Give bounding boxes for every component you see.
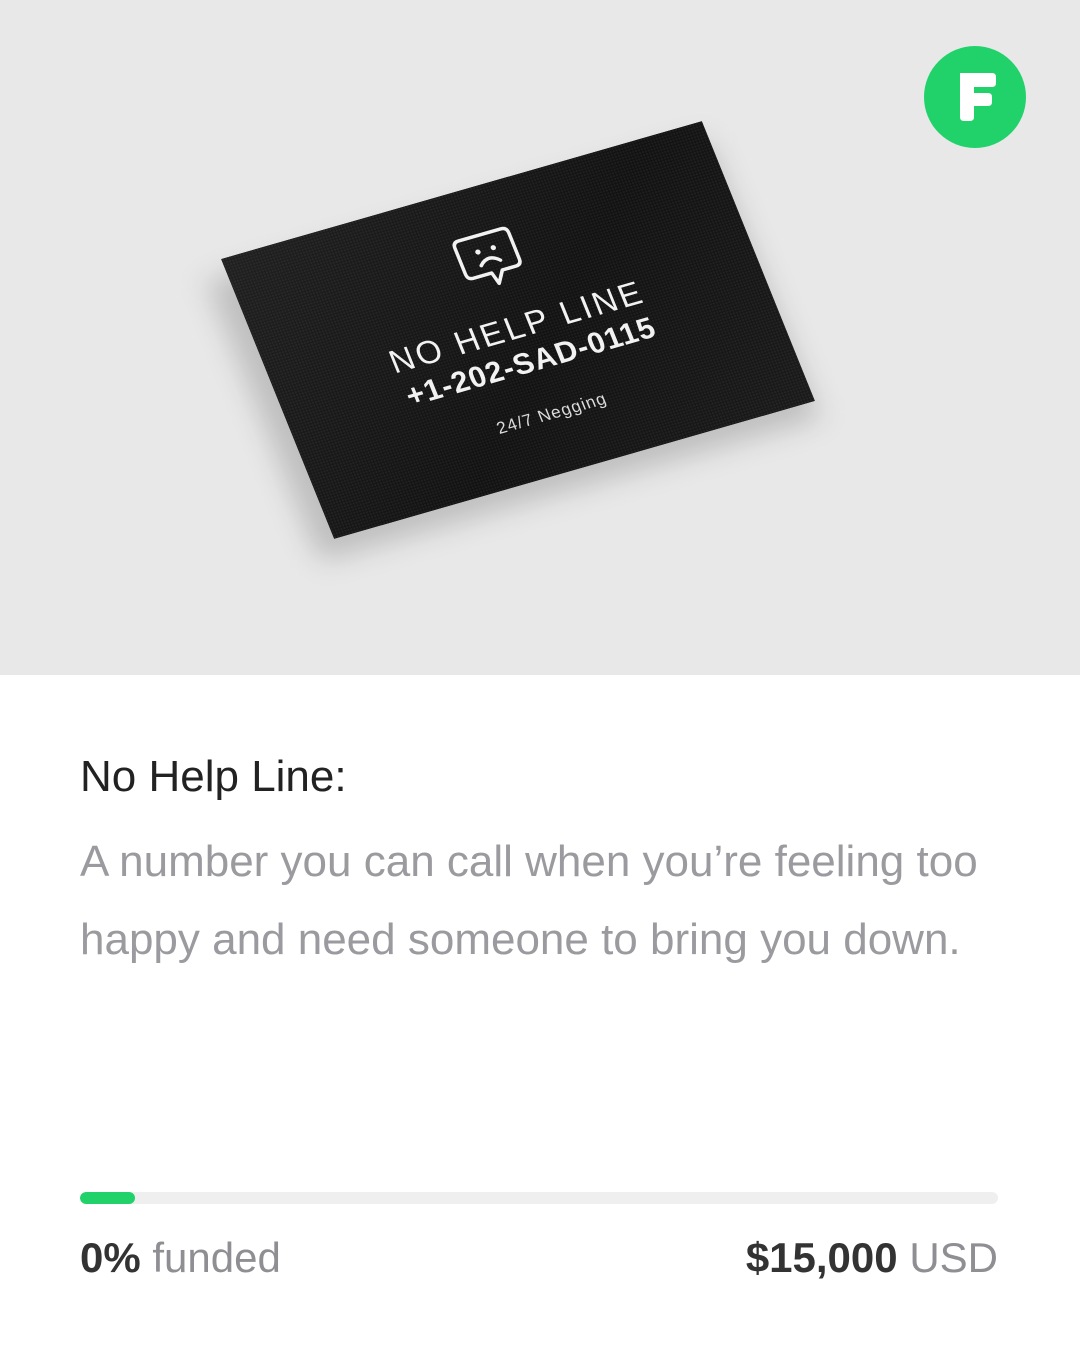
funded-label: funded [152, 1234, 281, 1281]
funding-goal: $15,000 USD [746, 1234, 998, 1282]
hero-image: NO HELP LINE +1-202-SAD-0115 24/7 Neggin… [0, 0, 1080, 675]
funded-status: 0% funded [80, 1234, 281, 1282]
goal-currency: USD [909, 1234, 998, 1281]
funding-progress-fill [80, 1192, 136, 1204]
funded-percent: 0% [80, 1234, 141, 1281]
campaign-title: No Help Line: [80, 752, 347, 801]
goal-amount: $15,000 [745, 1234, 898, 1281]
sad-face-speech-bubble-icon [452, 226, 522, 286]
card-face: NO HELP LINE +1-202-SAD-0115 24/7 Neggin… [221, 121, 815, 539]
campaign-content: No Help Line: A number you can call when… [80, 745, 1000, 979]
funding-progress-bar [80, 1192, 998, 1204]
f-logo-icon [960, 73, 996, 121]
campaign-description: A number you can call when you’re feelin… [80, 837, 978, 964]
brand-logo[interactable] [924, 46, 1026, 148]
business-card: NO HELP LINE +1-202-SAD-0115 24/7 Neggin… [206, 121, 820, 562]
